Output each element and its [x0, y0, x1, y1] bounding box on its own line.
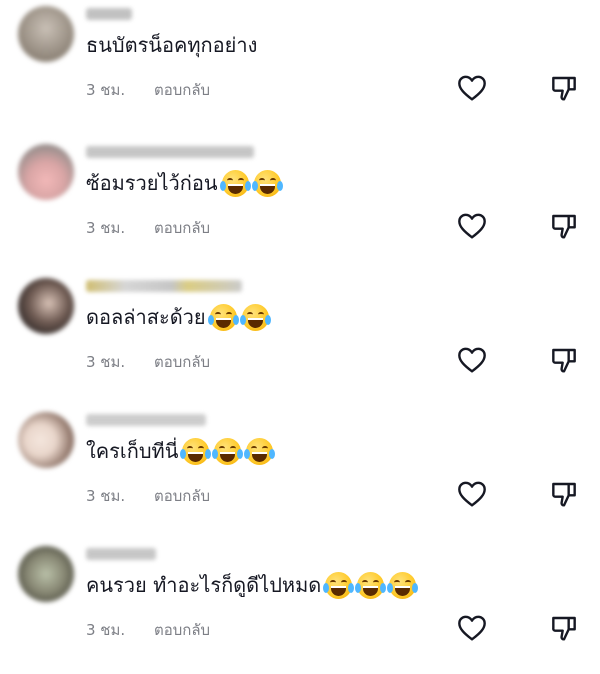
heart-outline-icon — [458, 481, 486, 507]
comment-text: ใครเก็บทีนี่ — [86, 436, 278, 466]
comment-item: ธนบัตรน็อคทุกอย่าง 3 ชม. ตอบกลับ — [0, 0, 600, 134]
avatar[interactable] — [18, 412, 74, 468]
like-button[interactable] — [456, 612, 488, 644]
reply-button[interactable]: ตอบกลับ — [154, 350, 210, 374]
comment-meta: 3 ชม. ตอบกลับ — [86, 78, 210, 102]
comment-time: 3 ชม. — [86, 487, 126, 505]
laughing-emoji-icon — [219, 169, 251, 197]
comment-time: 3 ชม. — [86, 353, 126, 371]
comment-item: ดอลล่าสะด้วย 3 ชม. ตอบกลับ — [0, 272, 600, 406]
dislike-button[interactable] — [548, 210, 580, 242]
heart-outline-icon — [458, 615, 486, 641]
like-button[interactable] — [456, 210, 488, 242]
username-blurred[interactable] — [86, 280, 242, 292]
avatar[interactable] — [18, 278, 74, 334]
comment-time: 3 ชม. — [86, 81, 126, 99]
thumbs-down-outline-icon — [552, 348, 576, 373]
dislike-button[interactable] — [548, 612, 580, 644]
laughing-emoji-icon — [207, 303, 239, 331]
laughing-emoji-icon — [387, 571, 419, 599]
dislike-button[interactable] — [548, 72, 580, 104]
comment-meta: 3 ชม. ตอบกลับ — [86, 484, 210, 508]
reply-button[interactable]: ตอบกลับ — [154, 484, 210, 508]
comment-meta: 3 ชม. ตอบกลับ — [86, 216, 210, 240]
laughing-emoji-icon — [323, 571, 355, 599]
comment-text: ดอลล่าสะด้วย — [86, 302, 274, 332]
thumbs-down-outline-icon — [552, 482, 576, 507]
comment-meta: 3 ชม. ตอบกลับ — [86, 350, 210, 374]
comment-item: คนรวย ทำอะไรก็ดูดีไปหมด 3 ชม. ตอบกลับ — [0, 540, 600, 674]
comment-text-content: ดอลล่าสะด้วย — [86, 305, 206, 329]
comment-text: ซ้อมรวยไว้ก่อน — [86, 168, 286, 198]
heart-outline-icon — [458, 347, 486, 373]
like-button[interactable] — [456, 478, 488, 510]
reply-button[interactable]: ตอบกลับ — [154, 216, 210, 240]
heart-outline-icon — [458, 75, 486, 101]
thumbs-down-outline-icon — [552, 214, 576, 239]
laughing-emoji-icon — [212, 437, 244, 465]
comment-item: ซ้อมรวยไว้ก่อน 3 ชม. ตอบกลับ — [0, 138, 600, 272]
comment-text-content: ใครเก็บทีนี่ — [86, 439, 179, 463]
dislike-button[interactable] — [548, 478, 580, 510]
avatar[interactable] — [18, 144, 74, 200]
emoji-group — [323, 571, 421, 599]
thumbs-down-outline-icon — [552, 616, 576, 641]
laughing-emoji-icon — [244, 437, 276, 465]
comment-list: ธนบัตรน็อคทุกอย่าง 3 ชม. ตอบกลับ ซ้อมรวย… — [0, 0, 600, 646]
reply-button[interactable]: ตอบกลับ — [154, 78, 210, 102]
comment-text-content: ซ้อมรวยไว้ก่อน — [86, 171, 218, 195]
comment-item: ใครเก็บทีนี่ 3 ชม. ตอบกลับ — [0, 406, 600, 540]
emoji-group — [180, 437, 278, 465]
comment-text: ธนบัตรน็อคทุกอย่าง — [86, 30, 257, 60]
emoji-group — [207, 303, 274, 331]
like-button[interactable] — [456, 344, 488, 376]
username-blurred[interactable] — [86, 548, 156, 560]
emoji-group — [219, 169, 286, 197]
avatar[interactable] — [18, 546, 74, 602]
comment-time: 3 ชม. — [86, 219, 126, 237]
comment-text: คนรวย ทำอะไรก็ดูดีไปหมด — [86, 570, 421, 600]
heart-outline-icon — [458, 213, 486, 239]
dislike-button[interactable] — [548, 344, 580, 376]
avatar[interactable] — [18, 6, 74, 62]
laughing-emoji-icon — [355, 571, 387, 599]
comment-text-content: ธนบัตรน็อคทุกอย่าง — [86, 33, 258, 57]
username-blurred[interactable] — [86, 414, 206, 426]
comment-text-content: คนรวย ทำอะไรก็ดูดีไปหมด — [86, 573, 322, 597]
laughing-emoji-icon — [239, 303, 271, 331]
username-blurred[interactable] — [86, 8, 132, 20]
username-blurred[interactable] — [86, 146, 254, 158]
comment-meta: 3 ชม. ตอบกลับ — [86, 618, 210, 642]
reply-button[interactable]: ตอบกลับ — [154, 618, 210, 642]
comment-time: 3 ชม. — [86, 621, 126, 639]
thumbs-down-outline-icon — [552, 76, 576, 101]
laughing-emoji-icon — [251, 169, 283, 197]
laughing-emoji-icon — [180, 437, 212, 465]
like-button[interactable] — [456, 72, 488, 104]
